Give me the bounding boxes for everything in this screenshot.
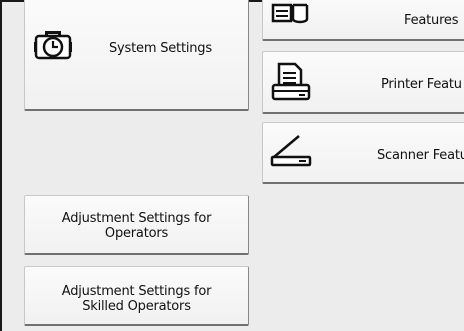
printer-features-label: Printer Featu: [381, 77, 462, 92]
system-settings-label: System Settings: [109, 41, 212, 56]
system-settings-button[interactable]: System Settings: [24, 0, 249, 111]
features-label: Features: [404, 13, 459, 28]
scanner-icon: [269, 133, 313, 173]
adjustment-settings-skilled-operators-button[interactable]: Adjustment Settings for Skilled Operator…: [24, 266, 249, 326]
features-button[interactable]: Features: [262, 0, 464, 41]
scanner-features-label: Scanner Featu: [377, 148, 464, 163]
clock-toolbox-icon: [33, 25, 73, 65]
adjustment-settings-operators-label: Adjustment Settings for Operators: [61, 211, 212, 241]
database-icon: [271, 3, 311, 29]
scanner-features-button[interactable]: Scanner Featu: [262, 122, 464, 184]
printer-features-button[interactable]: Printer Featu: [262, 51, 464, 114]
printer-icon: [269, 61, 313, 107]
adjustment-settings-skilled-operators-label: Adjustment Settings for Skilled Operator…: [61, 284, 212, 314]
adjustment-settings-operators-button[interactable]: Adjustment Settings for Operators: [24, 195, 249, 255]
